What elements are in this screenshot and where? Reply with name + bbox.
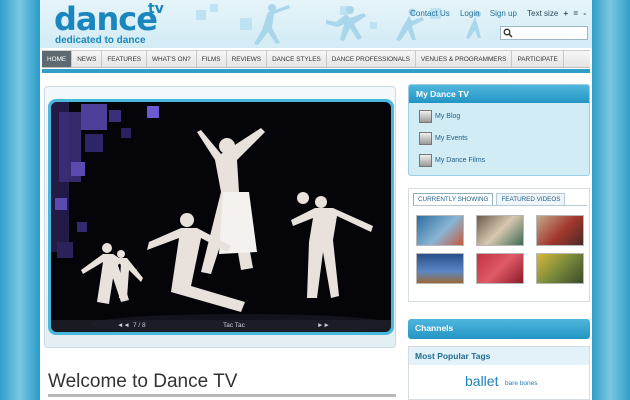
page: dance tv dedicated to dance Contact Us L… — [40, 0, 592, 400]
contact-link[interactable]: Contact Us — [410, 9, 450, 18]
films-icon — [419, 154, 432, 167]
nav-item-dance-professionals[interactable]: DANCE PROFESSIONALS — [327, 51, 416, 67]
video-still — [51, 102, 391, 332]
video-background-squares — [51, 102, 159, 258]
video-thumbnail[interactable] — [536, 253, 584, 284]
search-input[interactable] — [500, 26, 588, 40]
my-dance-tv-title: My Dance TV — [409, 85, 589, 103]
video-thumbnail[interactable] — [416, 253, 464, 284]
events-icon — [419, 132, 432, 145]
nav-item-films[interactable]: FILMS — [197, 51, 227, 67]
video-thumbnail[interactable] — [476, 253, 524, 284]
my-dance-tv-panel: My Dance TV My Blog My Events My Dance F… — [408, 84, 590, 176]
next-video-button[interactable]: ►► — [317, 322, 330, 329]
logo-tv: tv — [148, 1, 164, 17]
tag-link[interactable]: bare bones — [505, 380, 538, 387]
video-thumbnail[interactable] — [476, 215, 524, 246]
nav-item-venues-programmers[interactable]: VENUES & PROGRAMMERS — [416, 51, 513, 67]
channels-panel[interactable]: Channels — [408, 319, 590, 339]
tag-link[interactable]: ballet — [465, 373, 498, 389]
video-thumbnail[interactable] — [416, 215, 464, 246]
video-title: Tac Tac — [223, 322, 245, 329]
tabs-divider — [413, 205, 587, 206]
channels-title: Channels — [415, 323, 454, 333]
nav-item-home[interactable]: HOME — [42, 51, 73, 67]
nav-item-reviews[interactable]: REVIEWS — [227, 51, 268, 67]
nav-item-features[interactable]: FEATURES — [102, 51, 147, 67]
nav-item-what-s-on[interactable]: WHAT'S ON? — [147, 51, 197, 67]
popular-tags-panel: Most Popular Tags ballet bare bones — [408, 346, 590, 400]
text-size-label: Text size — [527, 9, 559, 18]
logo-tagline: dedicated to dance — [55, 35, 146, 46]
text-size-increase-button[interactable]: + — [564, 9, 569, 18]
video-counter: 7 / 8 — [133, 322, 146, 329]
search-icon — [503, 28, 513, 38]
video-player[interactable]: ◄◄ 7 / 8 Tac Tac ►► — [51, 102, 391, 332]
video-frame: ◄◄ 7 / 8 Tac Tac ►► — [48, 99, 394, 335]
blog-icon — [419, 110, 432, 123]
popular-tags-title: Most Popular Tags — [409, 347, 589, 365]
site-logo[interactable]: dance tv dedicated to dance — [54, 0, 164, 46]
video-thumbnail[interactable] — [536, 215, 584, 246]
logo-wordmark: dance — [54, 0, 158, 38]
tab-currently-showing[interactable]: CURRENTLY SHOWING — [413, 193, 494, 205]
videos-tabs: CURRENTLY SHOWING FEATURED VIDEOS — [413, 193, 568, 205]
dancers-figures — [81, 128, 373, 312]
nav-item-dance-styles[interactable]: DANCE STYLES — [267, 51, 327, 67]
page-title: Welcome to Dance TV — [48, 371, 238, 392]
top-links: Contact Us Login Sign up Text size + = - — [402, 9, 586, 18]
site-header: dance tv dedicated to dance Contact Us L… — [40, 0, 592, 48]
nav-underline — [42, 69, 590, 73]
tab-featured-videos[interactable]: FEATURED VIDEOS — [496, 193, 566, 205]
signup-link[interactable]: Sign up — [490, 9, 517, 18]
nav-item-news[interactable]: NEWS — [72, 51, 103, 67]
my-blog-label: My Blog — [435, 113, 461, 120]
text-size-reset-button[interactable]: = — [573, 9, 578, 18]
title-divider — [48, 394, 396, 397]
previous-video-button[interactable]: ◄◄ — [117, 322, 130, 329]
my-events-label: My Events — [435, 135, 468, 142]
videos-panel: CURRENTLY SHOWING FEATURED VIDEOS — [408, 188, 590, 302]
featured-video-panel: ◄◄ 7 / 8 Tac Tac ►► — [44, 86, 396, 348]
login-link[interactable]: Login — [460, 9, 480, 18]
video-controls: ◄◄ 7 / 8 Tac Tac ►► — [51, 320, 391, 332]
text-size-decrease-button[interactable]: - — [583, 9, 586, 18]
my-dance-films-label: My Dance Films — [435, 157, 486, 164]
main-nav: HOME NEWS FEATURES WHAT'S ON? FILMS REVIEWS DA… — [42, 50, 590, 68]
nav-item-participate[interactable]: PARTICIPATE — [512, 51, 564, 67]
